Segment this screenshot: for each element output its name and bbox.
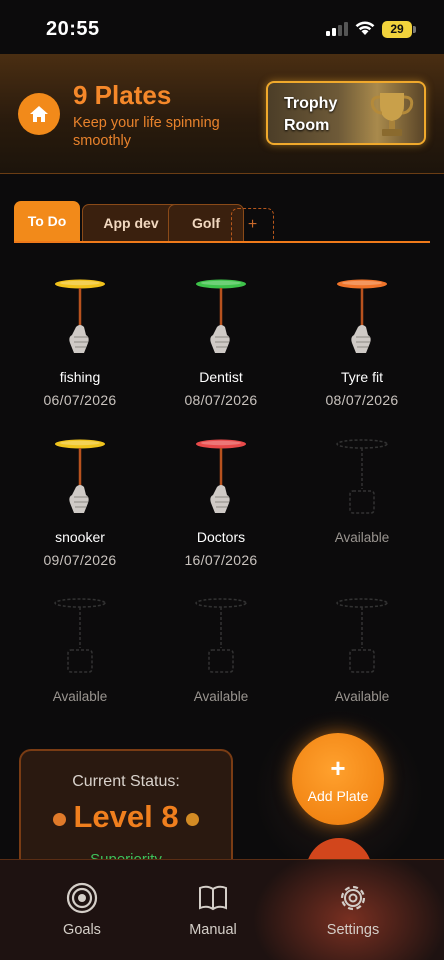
spinning-plate-icon: [196, 439, 246, 513]
level-text: Level 8: [73, 799, 179, 834]
app-title: 9 Plates: [73, 80, 172, 110]
plate-item[interactable]: Dentist 08/07/2026: [151, 277, 291, 427]
plate-date: 16/07/2026: [184, 552, 258, 568]
nav-settings-label: Settings: [326, 922, 380, 938]
empty-plate-icon: [336, 598, 388, 673]
plate-name: Doctors: [196, 529, 246, 545]
add-tab-button[interactable]: +: [231, 208, 274, 242]
target-icon: [66, 882, 98, 914]
bottom-navigation: Goals Manual Settings: [0, 859, 444, 960]
available-slot[interactable]: Available: [151, 596, 291, 746]
nav-manual[interactable]: Manual: [158, 882, 268, 938]
available-slot[interactable]: Available: [292, 437, 432, 587]
plate-date: 08/07/2026: [325, 392, 399, 408]
status-bar: 20:55 29: [0, 0, 444, 54]
level-dot-left: [53, 813, 67, 827]
plate-name: snooker: [55, 529, 105, 545]
nav-settings[interactable]: Settings: [298, 882, 408, 938]
plate-name: fishing: [59, 369, 101, 385]
book-icon: [199, 885, 227, 911]
empty-plate-icon: [54, 598, 106, 673]
plate-item[interactable]: Doctors 16/07/2026: [151, 437, 291, 587]
plate-item[interactable]: snooker 09/07/2026: [10, 437, 150, 587]
empty-plate-icon: [195, 598, 247, 673]
spinning-plate-icon: [337, 279, 387, 353]
wifi-icon: [355, 21, 375, 35]
add-plate-button[interactable]: + Add Plate: [292, 733, 384, 825]
spinning-plate-icon: [55, 279, 105, 353]
spinning-plate-icon: [55, 439, 105, 513]
battery-tip: [413, 26, 416, 33]
empty-plate-icon: [336, 439, 388, 514]
available-slot[interactable]: Available: [10, 596, 150, 746]
trophy-icon: [370, 93, 414, 136]
app-subtitle: Keep your life spinning smoothly: [73, 115, 220, 149]
plate-name: Tyre fit: [340, 369, 383, 385]
plate-item[interactable]: Tyre fit 08/07/2026: [292, 277, 432, 427]
nav-goals-label: Goals: [63, 922, 101, 938]
trophy-room-label: Trophy Room: [284, 95, 338, 134]
add-plate-label: Add Plate: [307, 788, 369, 804]
gear-icon: [340, 885, 366, 911]
tabs-underline: [14, 241, 430, 243]
cellular-signal-icon: [326, 22, 348, 36]
plus-icon: +: [330, 753, 346, 783]
battery-indicator: 29: [382, 21, 412, 38]
status-time: 20:55: [46, 18, 100, 40]
nav-goals[interactable]: Goals: [27, 882, 137, 938]
spinning-plate-icon: [196, 279, 246, 353]
trophy-room-button[interactable]: Trophy Room: [266, 81, 426, 145]
plate-date: 06/07/2026: [43, 392, 117, 408]
nav-manual-label: Manual: [189, 922, 237, 938]
plate-item[interactable]: fishing 06/07/2026: [10, 277, 150, 427]
plate-date: 08/07/2026: [184, 392, 258, 408]
tab-app-dev[interactable]: App dev: [82, 204, 180, 242]
level-row: Level 8: [21, 799, 231, 835]
plate-date: 09/07/2026: [43, 552, 117, 568]
status-label: Current Status:: [72, 773, 180, 790]
home-icon: [30, 106, 48, 122]
available-label: Available: [52, 689, 108, 704]
level-dot-right: [185, 813, 199, 827]
home-button[interactable]: [18, 93, 60, 135]
available-label: Available: [334, 689, 390, 704]
plate-name: Dentist: [199, 369, 243, 385]
available-label: Available: [334, 530, 390, 545]
app-header: 9 Plates Keep your life spinning smoothl…: [0, 54, 444, 174]
available-label: Available: [193, 689, 249, 704]
tab-to-do[interactable]: To Do: [14, 201, 80, 241]
